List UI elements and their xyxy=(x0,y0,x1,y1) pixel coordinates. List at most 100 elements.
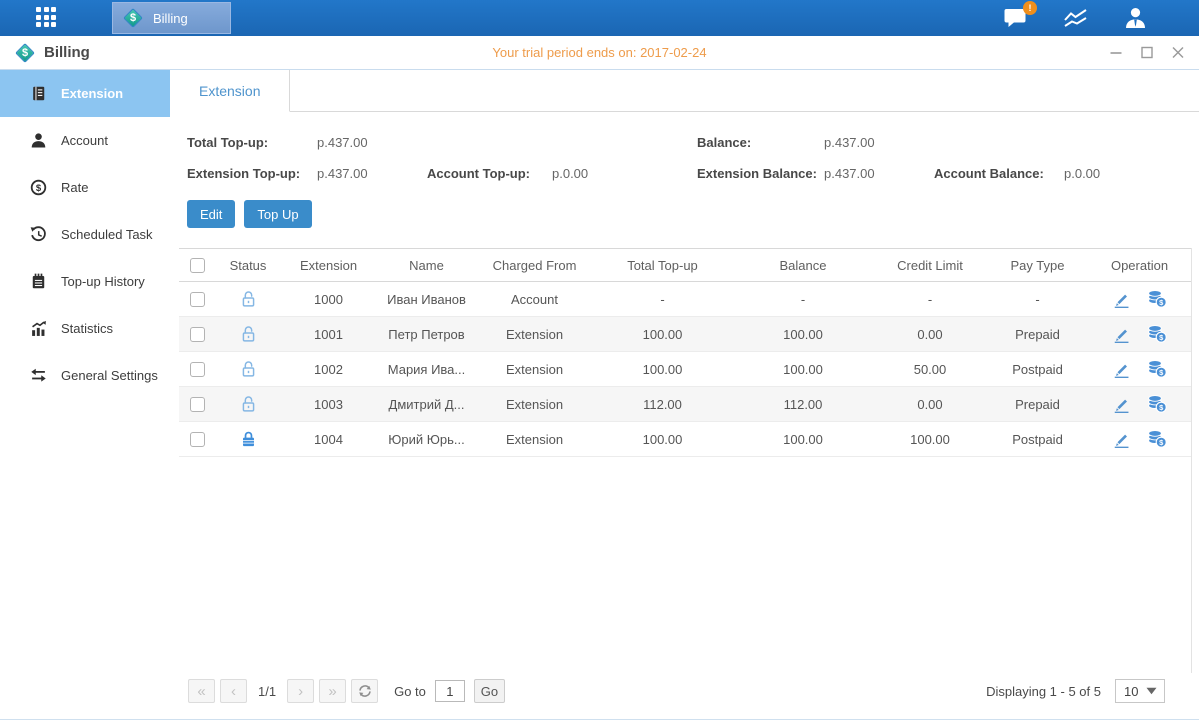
column-header-credit-limit[interactable]: Credit Limit xyxy=(873,249,987,282)
sidebar-menu: Extension Account $ Rate Scheduled Task Top-u… xyxy=(0,70,170,719)
cell-charged-from: Extension xyxy=(477,387,592,422)
cell-total-topup: 100.00 xyxy=(592,317,733,352)
notification-badge: ! xyxy=(1023,1,1037,15)
select-all-checkbox[interactable] xyxy=(190,258,205,273)
row-checkbox[interactable] xyxy=(190,292,205,307)
edit-extension-icon[interactable] xyxy=(1112,430,1131,449)
sidebar-item-label: Rate xyxy=(61,180,88,195)
close-icon[interactable] xyxy=(1171,46,1185,59)
topup-extension-icon[interactable]: $ xyxy=(1147,395,1167,413)
last-page-button[interactable]: » xyxy=(319,679,346,703)
notifications-icon[interactable]: ! xyxy=(1003,6,1030,30)
person-icon xyxy=(30,132,47,149)
cell-name: Иван Иванов xyxy=(376,282,477,317)
sidebar-item-topup-history[interactable]: Top-up History xyxy=(0,258,170,305)
column-header-extension[interactable]: Extension xyxy=(281,249,376,282)
topup-extension-icon[interactable]: $ xyxy=(1147,360,1167,378)
notepad-icon xyxy=(30,273,47,290)
tab-label: Extension xyxy=(199,83,260,99)
cell-balance: 100.00 xyxy=(733,317,873,352)
edit-extension-icon[interactable] xyxy=(1112,395,1131,414)
cell-total-topup: 112.00 xyxy=(592,387,733,422)
edit-extension-icon[interactable] xyxy=(1112,325,1131,344)
extension-table: StatusExtensionNameCharged FromTotal Top… xyxy=(179,248,1191,457)
cell-name: Юрий Юрь... xyxy=(376,422,477,457)
dollar-circle-icon: $ xyxy=(30,179,47,196)
row-checkbox[interactable] xyxy=(190,432,205,447)
column-header-pay-type[interactable]: Pay Type xyxy=(987,249,1088,282)
sidebar-item-general-settings[interactable]: General Settings xyxy=(0,352,170,399)
page-size-select[interactable]: 10 xyxy=(1115,679,1165,703)
cell-balance: 100.00 xyxy=(733,352,873,387)
extension-row-1002[interactable]: 1002Мария Ива...Extension100.00100.0050.… xyxy=(179,352,1191,387)
column-header-total-top-up[interactable]: Total Top-up xyxy=(592,249,733,282)
column-header-operation[interactable]: Operation xyxy=(1088,249,1191,282)
minimize-icon[interactable] xyxy=(1109,46,1123,59)
prev-page-button[interactable]: ‹ xyxy=(220,679,247,703)
topup-extension-icon[interactable]: $ xyxy=(1147,430,1167,448)
sidebar-item-label: Account xyxy=(61,133,108,148)
sidebar-item-extension[interactable]: Extension xyxy=(0,70,170,117)
extension-row-1004[interactable]: 1004Юрий Юрь...Extension100.00100.00100.… xyxy=(179,422,1191,457)
cell-pay-type: Postpaid xyxy=(987,422,1088,457)
user-account-icon[interactable] xyxy=(1122,6,1149,30)
topup-extension-icon[interactable]: $ xyxy=(1147,290,1167,308)
cell-balance: 112.00 xyxy=(733,387,873,422)
maximize-icon[interactable] xyxy=(1140,46,1154,59)
cell-pay-type: Prepaid xyxy=(987,387,1088,422)
cell-status xyxy=(215,317,281,352)
goto-page-input[interactable] xyxy=(435,680,465,702)
history-clock-icon xyxy=(30,226,47,243)
cell-extension: 1001 xyxy=(281,317,376,352)
chevron-down-icon xyxy=(1146,687,1157,695)
column-header-status[interactable]: Status xyxy=(215,249,281,282)
cell-charged-from: Extension xyxy=(477,352,592,387)
row-checkbox[interactable] xyxy=(190,362,205,377)
sidebar-item-scheduled-task[interactable]: Scheduled Task xyxy=(0,211,170,258)
column-header-balance[interactable]: Balance xyxy=(733,249,873,282)
tab-extension[interactable]: Extension xyxy=(170,70,290,112)
cell-operation: $ xyxy=(1088,387,1191,422)
top-up-button[interactable]: Top Up xyxy=(244,200,311,228)
topup-extension-icon[interactable]: $ xyxy=(1147,325,1167,343)
sidebar-item-label: Extension xyxy=(61,86,123,101)
row-checkbox[interactable] xyxy=(190,327,205,342)
sidebar-item-statistics[interactable]: Statistics xyxy=(0,305,170,352)
edit-extension-icon[interactable] xyxy=(1112,290,1131,309)
cell-extension: 1003 xyxy=(281,387,376,422)
extension-table-body: 1000Иван ИвановAccount----$1001Петр Петр… xyxy=(179,282,1191,457)
cell-operation: $ xyxy=(1088,352,1191,387)
column-header-name[interactable]: Name xyxy=(376,249,477,282)
next-page-button[interactable]: › xyxy=(287,679,314,703)
page-indicator: 1/1 xyxy=(258,684,276,699)
sidebar-item-rate[interactable]: $ Rate xyxy=(0,164,170,211)
first-page-button[interactable]: « xyxy=(188,679,215,703)
cell-credit-limit: 100.00 xyxy=(873,422,987,457)
balance-value: p.437.00 xyxy=(824,135,934,150)
refresh-button[interactable] xyxy=(351,679,378,703)
extension-row-1003[interactable]: 1003Дмитрий Д...Extension112.00112.000.0… xyxy=(179,387,1191,422)
column-header-charged-from[interactable]: Charged From xyxy=(477,249,592,282)
go-button[interactable]: Go xyxy=(474,679,505,703)
row-checkbox[interactable] xyxy=(190,397,205,412)
app-launcher-grid-icon[interactable] xyxy=(36,7,58,29)
extension-row-1000[interactable]: 1000Иван ИвановAccount----$ xyxy=(179,282,1191,317)
taskbar-item-billing[interactable]: $ Billing xyxy=(112,2,231,34)
edit-button[interactable]: Edit xyxy=(187,200,235,228)
extension-balance-label: Extension Balance: xyxy=(697,166,824,181)
sidebar-item-label: Scheduled Task xyxy=(61,227,153,242)
cell-name: Петр Петров xyxy=(376,317,477,352)
lock-open-icon xyxy=(240,360,257,378)
cell-total-topup: 100.00 xyxy=(592,422,733,457)
edit-extension-icon[interactable] xyxy=(1112,360,1131,379)
billing-app-window: $ Billing ! $ Billing Your trial p xyxy=(0,0,1199,720)
lock-open-icon xyxy=(240,395,257,413)
cell-extension: 1004 xyxy=(281,422,376,457)
column-header-select xyxy=(179,249,215,282)
cell-status xyxy=(215,352,281,387)
sidebar-item-label: Top-up History xyxy=(61,274,145,289)
sliders-icon xyxy=(30,367,47,384)
sidebar-item-account[interactable]: Account xyxy=(0,117,170,164)
monitor-chart-icon[interactable] xyxy=(1062,7,1090,29)
extension-row-1001[interactable]: 1001Петр ПетровExtension100.00100.000.00… xyxy=(179,317,1191,352)
